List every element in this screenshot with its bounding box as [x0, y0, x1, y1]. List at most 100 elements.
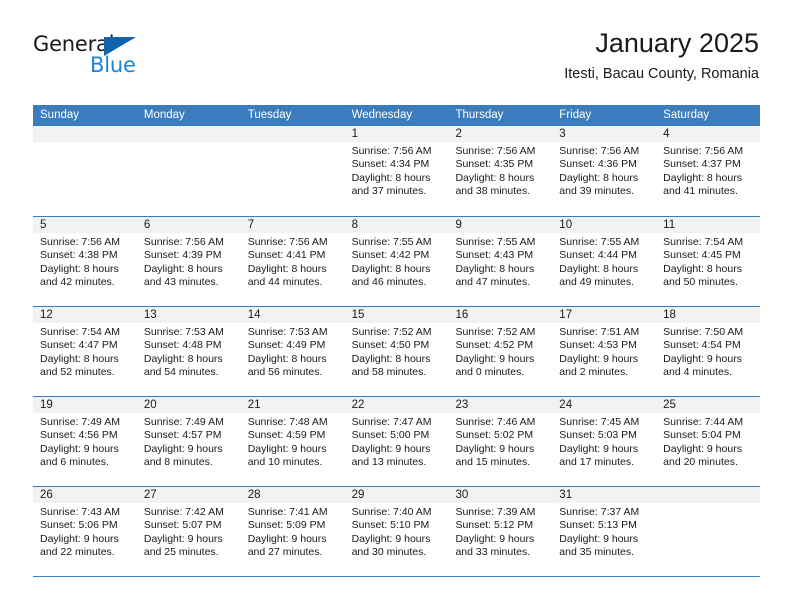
day-detail-line: and 20 minutes.: [663, 455, 738, 468]
day-detail-line: Daylight: 8 hours: [663, 262, 742, 275]
day-detail-line: Sunrise: 7:41 AM: [247, 506, 328, 518]
day-number: 7: [240, 217, 345, 233]
calendar-week-row: 5 Sunrise: 7:56 AM Sunset: 4:38 PM Daylight…: [33, 216, 761, 306]
day-number: [136, 126, 241, 142]
day-details: Sunrise: 7:49 AM Sunset: 4:56 PM Daylight:…: [33, 413, 137, 469]
calendar-day-cell[interactable]: 14 Sunrise: 7:53 AM Sunset: 4:49 PM Dayligh…: [240, 307, 345, 396]
calendar-day-cell[interactable]: 10 Sunrise: 7:55 AM Sunset: 4:44 PM Dayligh…: [552, 217, 657, 306]
day-detail-line: Sunset: 4:44 PM: [559, 249, 637, 262]
day-details: Sunrise: 7:56 AM Sunset: 4:38 PM Daylight:…: [33, 233, 137, 289]
calendar-day-cell[interactable]: 7 Sunrise: 7:56 AM Sunset: 4:41 PM Daylight…: [240, 217, 345, 306]
calendar-day-cell[interactable]: 12 Sunrise: 7:54 AM Sunset: 4:47 PM Dayligh…: [33, 307, 137, 396]
day-detail-line: Sunrise: 7:42 AM: [143, 506, 224, 518]
day-detail-line: Daylight: 8 hours: [559, 171, 639, 184]
day-detail-line: Daylight: 9 hours: [559, 352, 639, 365]
calendar-day-cell[interactable]: 9 Sunrise: 7:55 AM Sunset: 4:43 PM Daylight…: [448, 217, 553, 306]
calendar-day-cell[interactable]: 24 Sunrise: 7:45 AM Sunset: 5:03 PM Dayligh…: [552, 397, 657, 486]
calendar-day-cell[interactable]: 18 Sunrise: 7:50 AM Sunset: 4:54 PM Dayligh…: [656, 307, 761, 396]
calendar-day-cell[interactable]: 29 Sunrise: 7:40 AM Sunset: 5:10 PM Dayligh…: [344, 487, 449, 576]
calendar-day-cell[interactable]: 13 Sunrise: 7:53 AM Sunset: 4:48 PM Dayligh…: [136, 307, 241, 396]
day-number: 13: [136, 307, 241, 323]
day-details: Sunrise: 7:56 AM Sunset: 4:36 PM Daylight:…: [552, 142, 656, 198]
calendar-day-cell[interactable]: 23 Sunrise: 7:46 AM Sunset: 5:02 PM Dayligh…: [448, 397, 553, 486]
calendar-day-cell[interactable]: 4 Sunrise: 7:56 AM Sunset: 4:37 PM Daylight…: [656, 126, 761, 216]
day-detail-line: Sunrise: 7:55 AM: [559, 236, 640, 248]
day-detail-line: Sunrise: 7:44 AM: [663, 416, 744, 428]
day-detail-line: and 37 minutes.: [351, 184, 427, 197]
calendar-day-cell[interactable]: 21 Sunrise: 7:48 AM Sunset: 4:59 PM Dayligh…: [240, 397, 345, 486]
day-details: Sunrise: 7:49 AM Sunset: 4:57 PM Daylight:…: [137, 413, 241, 469]
calendar-cell-empty: [656, 487, 761, 576]
calendar-day-cell[interactable]: 31 Sunrise: 7:37 AM Sunset: 5:13 PM Dayligh…: [552, 487, 657, 576]
day-detail-line: Sunset: 5:07 PM: [143, 519, 222, 532]
day-number: 21: [240, 397, 345, 413]
day-detail-line: Daylight: 9 hours: [143, 442, 223, 455]
calendar-day-cell[interactable]: 27 Sunrise: 7:42 AM Sunset: 5:07 PM Dayligh…: [136, 487, 241, 576]
day-detail-line: and 10 minutes.: [247, 455, 323, 468]
title-block: January 2025 Itesti, Bacau County, Roman…: [564, 26, 759, 85]
day-details: Sunrise: 7:42 AM Sunset: 5:07 PM Daylight:…: [137, 503, 241, 559]
calendar-day-cell[interactable]: 25 Sunrise: 7:44 AM Sunset: 5:04 PM Dayligh…: [656, 397, 761, 486]
day-number: 3: [552, 126, 657, 142]
day-detail-line: Sunrise: 7:52 AM: [455, 326, 536, 338]
calendar-day-cell[interactable]: 8 Sunrise: 7:55 AM Sunset: 4:42 PM Daylight…: [344, 217, 449, 306]
calendar-day-cell[interactable]: 26 Sunrise: 7:43 AM Sunset: 5:06 PM Dayligh…: [33, 487, 137, 576]
day-detail-line: Sunset: 5:02 PM: [455, 429, 534, 442]
day-detail-line: and 25 minutes.: [143, 545, 219, 558]
day-detail-line: Daylight: 8 hours: [247, 352, 327, 365]
day-number: 5: [33, 217, 137, 233]
calendar-day-cell[interactable]: 30 Sunrise: 7:39 AM Sunset: 5:12 PM Dayligh…: [448, 487, 553, 576]
day-detail-line: and 13 minutes.: [351, 455, 427, 468]
day-detail-line: Sunrise: 7:50 AM: [663, 326, 744, 338]
generalblue-logo[interactable]: General Blue: [33, 32, 168, 82]
calendar-day-cell[interactable]: 2 Sunrise: 7:56 AM Sunset: 4:35 PM Daylight…: [448, 126, 553, 216]
day-number: 8: [344, 217, 449, 233]
calendar-day-cell[interactable]: 1 Sunrise: 7:56 AM Sunset: 4:34 PM Daylight…: [344, 126, 449, 216]
calendar-week-row: 19 Sunrise: 7:49 AM Sunset: 4:56 PM Dayligh…: [33, 396, 761, 486]
calendar-week-row: 26 Sunrise: 7:43 AM Sunset: 5:06 PM Dayligh…: [33, 486, 761, 576]
calendar-day-cell[interactable]: 19 Sunrise: 7:49 AM Sunset: 4:56 PM Dayligh…: [33, 397, 137, 486]
calendar-day-cell[interactable]: 22 Sunrise: 7:47 AM Sunset: 5:00 PM Dayligh…: [344, 397, 449, 486]
day-details: Sunrise: 7:54 AM Sunset: 4:45 PM Daylight:…: [656, 233, 760, 289]
day-details: Sunrise: 7:55 AM Sunset: 4:43 PM Daylight:…: [448, 233, 552, 289]
day-number: 17: [552, 307, 657, 323]
day-details: Sunrise: 7:39 AM Sunset: 5:12 PM Daylight:…: [448, 503, 552, 559]
calendar-day-cell[interactable]: 20 Sunrise: 7:49 AM Sunset: 4:57 PM Dayligh…: [136, 397, 241, 486]
day-detail-line: Sunrise: 7:49 AM: [40, 416, 120, 428]
day-details: Sunrise: 7:46 AM Sunset: 5:02 PM Daylight:…: [448, 413, 552, 469]
calendar-day-cell[interactable]: 5 Sunrise: 7:56 AM Sunset: 4:38 PM Daylight…: [33, 217, 137, 306]
day-details: Sunrise: 7:40 AM Sunset: 5:10 PM Daylight:…: [345, 503, 449, 559]
page-header: General Blue January 2025 Itesti, Bacau …: [33, 26, 759, 98]
calendar-grid: Sunday Monday Tuesday Wednesday Thursday Frid…: [33, 105, 761, 577]
calendar-day-cell[interactable]: 3 Sunrise: 7:56 AM Sunset: 4:36 PM Daylight…: [552, 126, 657, 216]
day-detail-line: and 2 minutes.: [559, 365, 629, 378]
day-detail-line: Sunrise: 7:49 AM: [143, 416, 224, 428]
calendar-week-row: 12 Sunrise: 7:54 AM Sunset: 4:47 PM Dayligh…: [33, 306, 761, 396]
day-detail-line: Sunrise: 7:56 AM: [455, 145, 536, 157]
calendar-day-cell[interactable]: 6 Sunrise: 7:56 AM Sunset: 4:39 PM Daylight…: [136, 217, 241, 306]
calendar-day-cell[interactable]: 17 Sunrise: 7:51 AM Sunset: 4:53 PM Dayligh…: [552, 307, 657, 396]
day-detail-line: Daylight: 9 hours: [559, 532, 639, 545]
day-number: 29: [344, 487, 449, 503]
day-number: [656, 487, 761, 503]
day-number: 26: [33, 487, 137, 503]
day-details: Sunrise: 7:56 AM Sunset: 4:34 PM Daylight:…: [345, 142, 449, 198]
calendar-day-cell[interactable]: 28 Sunrise: 7:41 AM Sunset: 5:09 PM Dayligh…: [240, 487, 345, 576]
day-detail-line: Daylight: 9 hours: [559, 442, 639, 455]
day-detail-line: Sunrise: 7:54 AM: [663, 236, 744, 248]
day-number: 6: [136, 217, 241, 233]
calendar-day-cell[interactable]: 16 Sunrise: 7:52 AM Sunset: 4:52 PM Dayligh…: [448, 307, 553, 396]
day-details: Sunrise: 7:51 AM Sunset: 4:53 PM Daylight:…: [552, 323, 656, 379]
day-number: [240, 126, 345, 142]
day-number: 10: [552, 217, 657, 233]
day-detail-line: Daylight: 9 hours: [663, 352, 742, 365]
day-number: 18: [656, 307, 761, 323]
day-detail-line: Sunrise: 7:51 AM: [559, 326, 640, 338]
day-detail-line: Daylight: 9 hours: [40, 442, 119, 455]
calendar-day-cell[interactable]: 11 Sunrise: 7:54 AM Sunset: 4:45 PM Dayligh…: [656, 217, 761, 306]
day-detail-line: Sunrise: 7:52 AM: [351, 326, 432, 338]
day-detail-line: Sunrise: 7:56 AM: [351, 145, 432, 157]
day-detail-line: and 30 minutes.: [351, 545, 427, 558]
day-detail-line: Sunset: 4:43 PM: [455, 249, 534, 262]
calendar-day-cell[interactable]: 15 Sunrise: 7:52 AM Sunset: 4:50 PM Dayligh…: [344, 307, 449, 396]
